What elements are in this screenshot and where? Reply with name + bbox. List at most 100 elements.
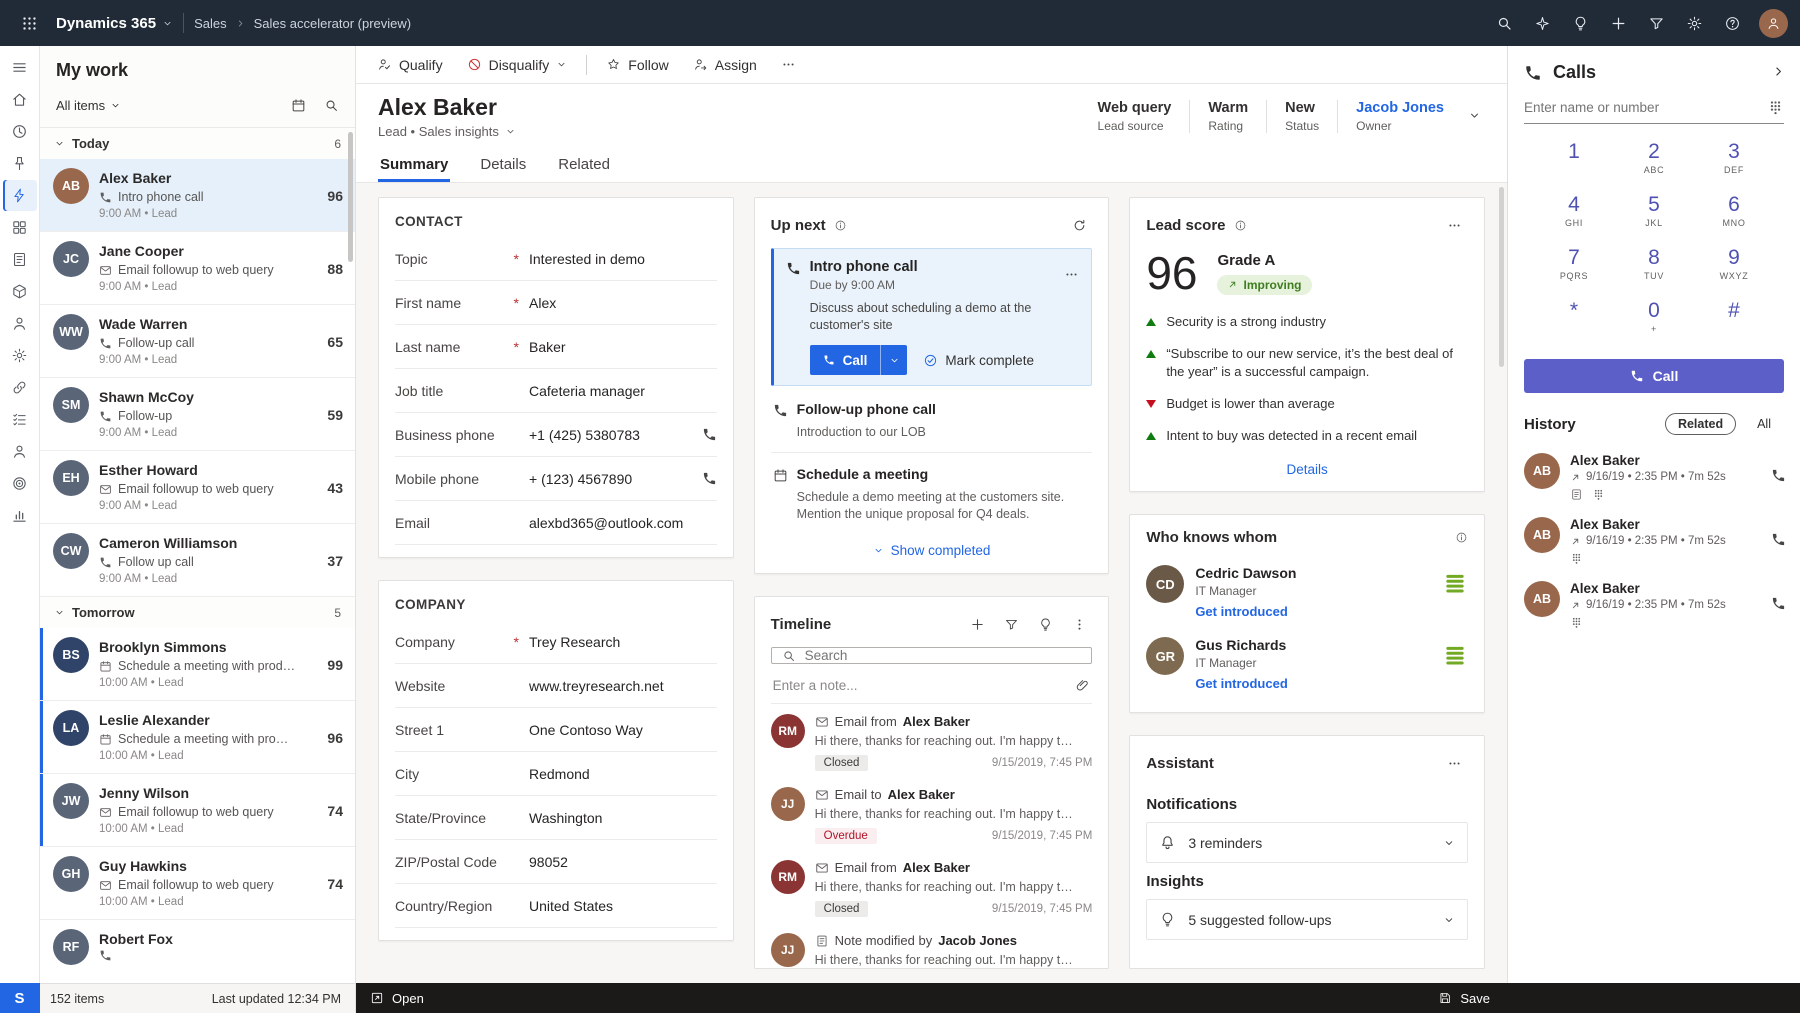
work-item[interactable]: CW Cameron Williamson Follow up call 9:0… [40,524,355,597]
form-field[interactable]: Street 1 One Contoso Way [395,708,717,752]
up-next-active-card[interactable]: Intro phone call Due by 9:00 AM Discuss … [770,248,1093,386]
follow-button[interactable]: Follow [595,50,679,80]
form-field[interactable]: Topic Interested in demo [395,237,717,281]
dialpad-key[interactable]: # [1694,299,1774,345]
save-button[interactable]: Save [1438,991,1490,1006]
search-button[interactable] [1487,6,1521,40]
note-composer[interactable]: Enter a note... [770,673,1093,704]
field-value[interactable]: +1 (425) 5380783 [529,427,694,443]
field-value[interactable]: alexbd365@outlook.com [529,515,717,531]
record-type-switcher[interactable]: Lead • Sales insights [378,124,516,139]
field-value[interactable]: Interested in demo [529,251,717,267]
form-field[interactable]: Country/Region United States [395,884,717,928]
work-item[interactable]: BS Brooklyn Simmons Schedule a meeting w… [40,628,355,701]
work-item[interactable]: GH Guy Hawkins Email followup to web que… [40,847,355,920]
call-history-row[interactable]: AB Alex Baker 9/16/19 • 2:35 PM • 7m 52s [1508,573,1800,637]
timeline-entry[interactable]: RM Email from Alex Baker Hi there, thank… [770,704,1092,777]
up-next-item[interactable]: Follow-up phone call Introduction to our… [771,390,1093,450]
nav-dashboards-button[interactable] [3,212,37,243]
nav-accounts-button[interactable] [3,436,37,467]
field-value[interactable]: Redmond [529,766,717,782]
timeline-search-input[interactable] [804,648,1082,663]
get-introduced-link[interactable]: Get introduced [1195,676,1287,691]
work-item[interactable]: JW Jenny Wilson Email followup to web qu… [40,774,355,847]
nav-sales-accelerator-button[interactable] [2,180,37,211]
app-launcher-button[interactable] [12,6,46,40]
dialpad-key[interactable]: 0 + [1614,299,1694,345]
dial-call-button[interactable]: Call [1524,359,1784,393]
call-back-button[interactable] [1771,532,1786,550]
show-completed-button[interactable]: Show completed [771,532,1093,561]
form-field[interactable]: Website www.treyresearch.net [395,664,717,708]
nav-pinned-button[interactable] [3,148,37,179]
transcript-icon[interactable] [1570,552,1583,565]
dialpad-key[interactable]: 4 GHI [1534,193,1614,239]
dialpad-key[interactable]: 9 WXYZ [1694,246,1774,292]
dialpad-key[interactable]: 2 ABC [1614,140,1694,186]
tab-related[interactable]: Related [556,147,612,182]
get-introduced-link[interactable]: Get introduced [1195,604,1287,619]
nav-activities-button[interactable] [3,244,37,275]
field-value[interactable]: Baker [529,339,717,355]
reminders-row[interactable]: 3 reminders [1146,822,1468,863]
tab-summary[interactable]: Summary [378,147,450,182]
field-value[interactable]: Cafeteria manager [529,383,717,399]
insights-button[interactable] [1525,6,1559,40]
nav-goals-button[interactable] [3,468,37,499]
group-header-today[interactable]: Today 6 [40,128,355,159]
form-field[interactable]: Email alexbd365@outlook.com [395,501,717,545]
field-value[interactable]: One Contoso Way [529,722,717,738]
form-field[interactable]: ZIP/Postal Code 98052 [395,840,717,884]
card-more-button[interactable] [1064,259,1079,292]
work-item[interactable]: EH Esther Howard Email followup to web q… [40,451,355,524]
form-field[interactable]: Mobile phone + (123) 4567890 [395,457,717,501]
assign-button[interactable]: Assign [682,50,768,80]
nav-tasks-button[interactable] [3,404,37,435]
nav-admin-button[interactable] [3,340,37,371]
call-back-button[interactable] [1771,468,1786,486]
nav-products-button[interactable] [3,276,37,307]
breadcrumb-subarea[interactable]: Sales accelerator (preview) [254,16,412,31]
call-back-button[interactable] [1771,596,1786,614]
nav-recent-button[interactable] [3,116,37,147]
details-link[interactable]: Details [1146,452,1468,479]
form-field[interactable]: Last name Baker [395,325,717,369]
breadcrumb-area[interactable]: Sales [194,16,227,31]
keypad-icon[interactable] [1592,488,1605,501]
work-item[interactable]: WW Wade Warren Follow-up call 9:00 AM • … [40,305,355,378]
nav-menu-button[interactable] [3,52,37,83]
field-value[interactable]: United States [529,898,717,914]
info-icon[interactable] [834,219,847,232]
timeline-entry[interactable]: JJ Note modified by Jacob Jones Hi there… [770,923,1093,968]
timeline-entry[interactable]: JJ Email to Alex Baker Hi there, thanks … [770,777,1092,850]
quick-create-button[interactable] [1601,6,1635,40]
nav-home-button[interactable] [3,84,37,115]
paperclip-icon[interactable] [1075,678,1090,693]
nav-connections-button[interactable] [3,372,37,403]
work-item[interactable]: AB Alex Baker Intro phone call 9:00 AM •… [40,159,355,232]
call-history-row[interactable]: AB Alex Baker 9/16/19 • 2:35 PM • 7m 52s [1508,509,1800,573]
field-value[interactable]: Washington [529,810,717,826]
field-value[interactable]: www.treyresearch.net [529,678,717,694]
scrollbar-thumb[interactable] [348,132,353,262]
history-filter-pill[interactable]: Related [1664,413,1737,435]
info-icon[interactable] [1455,531,1468,544]
assistant-more-button[interactable] [1442,750,1468,776]
field-value[interactable]: Alex [529,295,717,311]
filter-button[interactable] [1639,6,1673,40]
history-filter-pill[interactable]: All [1744,413,1784,435]
form-field[interactable]: Business phone +1 (425) 5380783 [395,413,717,457]
phone-icon[interactable] [702,427,717,442]
form-field[interactable]: First name Alex [395,281,717,325]
timeline-filter-button[interactable] [998,611,1024,637]
help-button[interactable] [1715,6,1749,40]
form-field[interactable]: City Redmond [395,752,717,796]
dialpad-key[interactable]: 8 TUV [1614,246,1694,292]
call-button[interactable]: Call [809,345,881,375]
tab-details[interactable]: Details [478,147,528,182]
calendar-view-button[interactable] [284,91,312,119]
form-field[interactable]: Job title Cafeteria manager [395,369,717,413]
lead-score-more-button[interactable] [1442,212,1468,238]
timeline-more-button[interactable] [1066,611,1092,637]
dialpad-key[interactable]: 1 [1534,140,1614,186]
